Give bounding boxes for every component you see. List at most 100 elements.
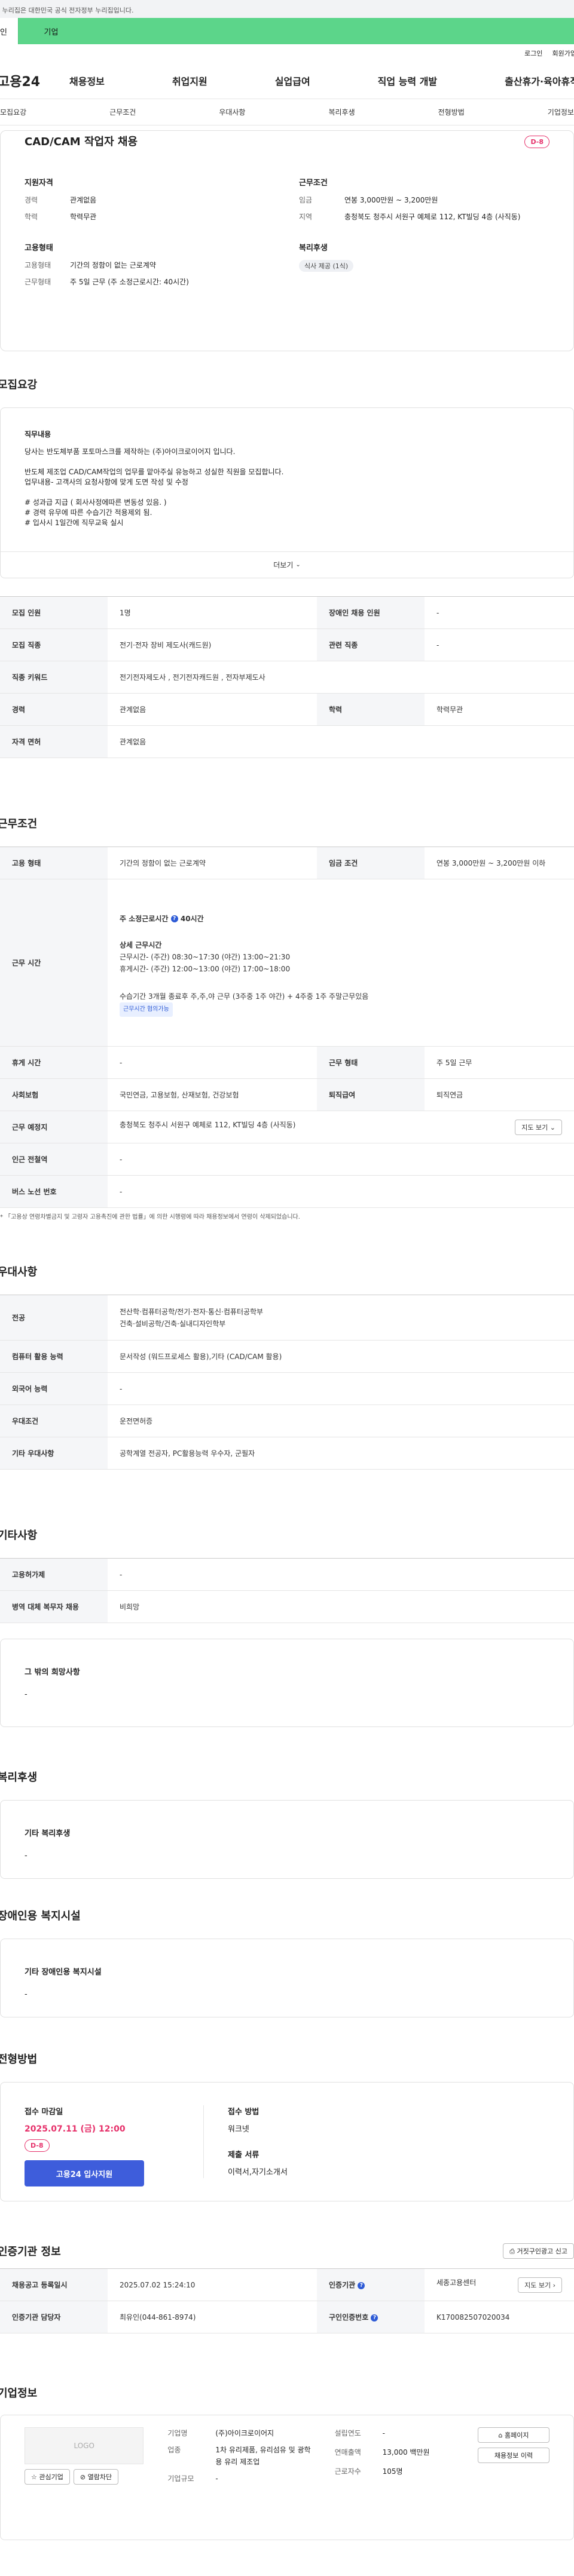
welfare-box-title: 기타 복리후생 xyxy=(25,1829,71,1838)
row-label: 휴게 시간 xyxy=(0,1046,108,1079)
row-value: 1명 xyxy=(120,609,131,617)
info-icon[interactable]: ? xyxy=(170,915,178,922)
summary-grid: 지원자격 경력 관계없음 학력 학력무관 근무조건 임금 연봉 3,000만원 ~ 3… xyxy=(25,176,549,293)
row-value: 건축·설비공학/건축·실내디자인학부 xyxy=(120,1319,226,1328)
condition-title: 근무조건 xyxy=(299,179,328,188)
detail-line: # 입사시 1일간에 직무교육 실시 xyxy=(25,519,124,527)
anchor-work[interactable]: 근무조건 xyxy=(109,107,136,117)
job-summary-card: CAD/CAM 작업자 채용 D-8 지원자격 경력 관계없음 학력 학력무관 근무… xyxy=(0,130,574,351)
agency-title: 인증기관 정보 xyxy=(0,2246,61,2258)
info-icon[interactable]: ? xyxy=(371,2314,378,2322)
row-value: - xyxy=(120,1155,123,1164)
gnb-item-training[interactable]: 직업 능력 개발 xyxy=(378,73,437,88)
sales-label: 연매출액 xyxy=(334,2448,361,2457)
block-button[interactable]: ⊘ 열람차단 xyxy=(73,2469,119,2485)
other-title: 기타사항 xyxy=(0,1529,38,1542)
job-detail-content: 직무내용 당사는 반도체부품 포토마스크를 제작하는 (주)아이크로이어지 입니… xyxy=(1,408,573,551)
agency-table: 채용공고 등록일시 2025.07.02 15:24:10 인증기관 ? 세종고… xyxy=(0,2268,574,2333)
detail-line: # 성과급 지급 ( 회사사정에따른 변동성 있음. ) xyxy=(25,498,167,507)
anchor-selection[interactable]: 전형방법 xyxy=(438,107,465,117)
gov-banner: 이 누리집은 대한민국 공식 전자정부 누리집입니다. xyxy=(0,0,574,18)
row-label: 모집 인원 xyxy=(0,596,108,629)
row-value: 관계없음 xyxy=(120,706,146,714)
hours-week-value: 40시간 xyxy=(180,914,204,923)
site-logo[interactable]: 고용24 xyxy=(0,71,69,90)
row-value: - xyxy=(120,1058,123,1067)
anchor-welfare[interactable]: 복리후생 xyxy=(328,107,355,117)
tab-company[interactable]: 기업 xyxy=(18,18,84,44)
table-row: 기타 우대사항 공학계열 전공자, PC활용능력 우수자, 군필자 xyxy=(0,1437,574,1470)
favorite-button[interactable]: ☆ 관심기업 xyxy=(25,2469,70,2485)
row-value: 운전면허증 xyxy=(120,1417,153,1425)
map-button[interactable]: 지도 보기 ⌄ xyxy=(515,1119,562,1135)
anchor-company[interactable]: 기업정보 xyxy=(548,107,574,117)
more-button[interactable]: 더보기 ⌄ xyxy=(1,551,573,578)
row-label: 경력 xyxy=(0,693,108,726)
employees-label: 근로자수 xyxy=(334,2467,361,2476)
num-label-cell: 구인인증번호 ? xyxy=(317,2301,425,2333)
industry-label: 업종 xyxy=(167,2446,181,2454)
detail-title: 직무내용 xyxy=(25,430,51,438)
recruit-title: 모집요강 xyxy=(0,379,38,391)
info-icon[interactable]: ? xyxy=(358,2281,365,2289)
major-cell: 전산학·컴퓨터공학/전기·전자·통신·컴퓨터공학부 건축·설비공학/건축·실내디… xyxy=(108,1295,574,1341)
table-row: 직종 키워드 전기전자제도사 , 전기전자캐드원 , 전자부제도사 xyxy=(0,661,574,694)
row-label: 자격 면허 xyxy=(0,725,108,758)
row-value: K170082507020034 xyxy=(436,2313,510,2322)
disabled-section-title: 장애인용 복지시설 xyxy=(0,1910,81,1922)
row-value: 전기전자제도사 , 전기전자캐드원 , 전자부제도사 xyxy=(120,673,265,682)
homepage-button[interactable]: ⌂ 홈페이지 xyxy=(478,2427,549,2443)
report-button[interactable]: ⎙ 거짓구인광고 신고 xyxy=(503,2243,574,2259)
company-title: 기업정보 xyxy=(0,2387,38,2400)
wage-val: 연봉 3,000만원 ~ 3,200만원 xyxy=(344,196,438,204)
selection-section: 전형방법 접수 마감일 2025.07.11 (금) 12:00 D-8 고용2… xyxy=(0,2051,574,2201)
gnb-item-parental[interactable]: 출산휴가·육아휴직 xyxy=(505,73,574,88)
table-row: 사회보험 국민연금, 고용보험, 산재보험, 건강보험 퇴직급여 퇴직연금 xyxy=(0,1078,574,1111)
anchor-recruit[interactable]: 모집요강 xyxy=(0,107,26,117)
row-value: 전기·전자 장비 제도사(캐드원) xyxy=(120,641,212,649)
method-title: 접수 방법 xyxy=(228,2108,259,2117)
wage-key: 임금 xyxy=(299,196,313,204)
method-value: 워크넷 xyxy=(228,2125,249,2134)
detail-line: # 경력 유무에 따른 수습기간 적용제외 됨. xyxy=(25,508,152,517)
anchor-pref[interactable]: 우대사항 xyxy=(219,107,245,117)
table-row: 자격 면허 관계없음 xyxy=(0,725,574,758)
row-value: - xyxy=(436,608,439,617)
recruit-table: 모집 인원 1명 장애인 채용 인원 - 모집 직종 전기·전자 장비 제도사(… xyxy=(0,596,574,758)
chevron-down-icon: ⌄ xyxy=(549,1123,555,1131)
gov-banner-text: 이 누리집은 대한민국 공식 전자정부 누리집입니다. xyxy=(0,7,134,14)
gnb-item-jobs[interactable]: 채용정보 xyxy=(69,73,105,88)
pref-title: 우대사항 xyxy=(0,1266,38,1278)
hours-line: 휴게시간- (주간) 12:00~13:00 (야간) 17:00~18:00 xyxy=(120,964,291,973)
table-row: 고용허가제 - xyxy=(0,1558,574,1591)
row-label: 인증기관 담당자 xyxy=(0,2301,108,2333)
wish-title: 그 밖의 희망사항 xyxy=(25,1668,80,1677)
table-row: 모집 직종 전기·전자 장비 제도사(캐드원) 관련 직종 - xyxy=(0,628,574,661)
qualification-title: 지원자격 xyxy=(25,179,53,188)
docs-value: 이력서,자기소개서 xyxy=(228,2168,288,2177)
disabled-box-value: - xyxy=(25,1990,28,1999)
apply-button[interactable]: 고용24 입사지원 xyxy=(25,2160,144,2186)
disabled-box: 기타 장애인용 복지시설 - xyxy=(0,1939,574,2017)
employment-title: 고용형태 xyxy=(25,244,53,253)
row-label: 우대조건 xyxy=(0,1404,108,1437)
career-val: 관계없음 xyxy=(70,196,97,204)
hours-detail-title: 상세 근무시간 xyxy=(120,940,162,949)
row-value: - xyxy=(120,1187,123,1196)
wish-box: 그 밖의 희망사항 - xyxy=(0,1639,574,1727)
selection-title: 전형방법 xyxy=(0,2053,38,2066)
deadline-value: 2025.07.11 (금) 12:00 xyxy=(25,2124,126,2134)
founded-label: 설립연도 xyxy=(334,2429,361,2437)
detail-line: 당사는 반도체부품 포토마스크를 제작하는 (주)아이크로이어지 입니다. xyxy=(25,447,236,456)
gnb-item-unemployment[interactable]: 실업급여 xyxy=(275,73,310,88)
tab-personal[interactable]: 개인 xyxy=(0,18,18,44)
signup-link[interactable]: 회원가입 xyxy=(552,48,574,58)
tab-bar-fill xyxy=(84,18,574,44)
map-button[interactable]: 지도 보기 › xyxy=(518,2277,562,2293)
gnb-item-support[interactable]: 취업지원 xyxy=(172,73,207,88)
job-history-button[interactable]: 채용정보 이력 xyxy=(478,2448,549,2463)
industry-value: 1차 유리제품, 유리섬유 및 광학용 유리 제조업 xyxy=(215,2446,311,2466)
welfare-box-value: - xyxy=(25,1851,28,1860)
job-title: CAD/CAM 작업자 채용 xyxy=(25,136,138,148)
login-link[interactable]: 로그인 xyxy=(524,48,542,58)
